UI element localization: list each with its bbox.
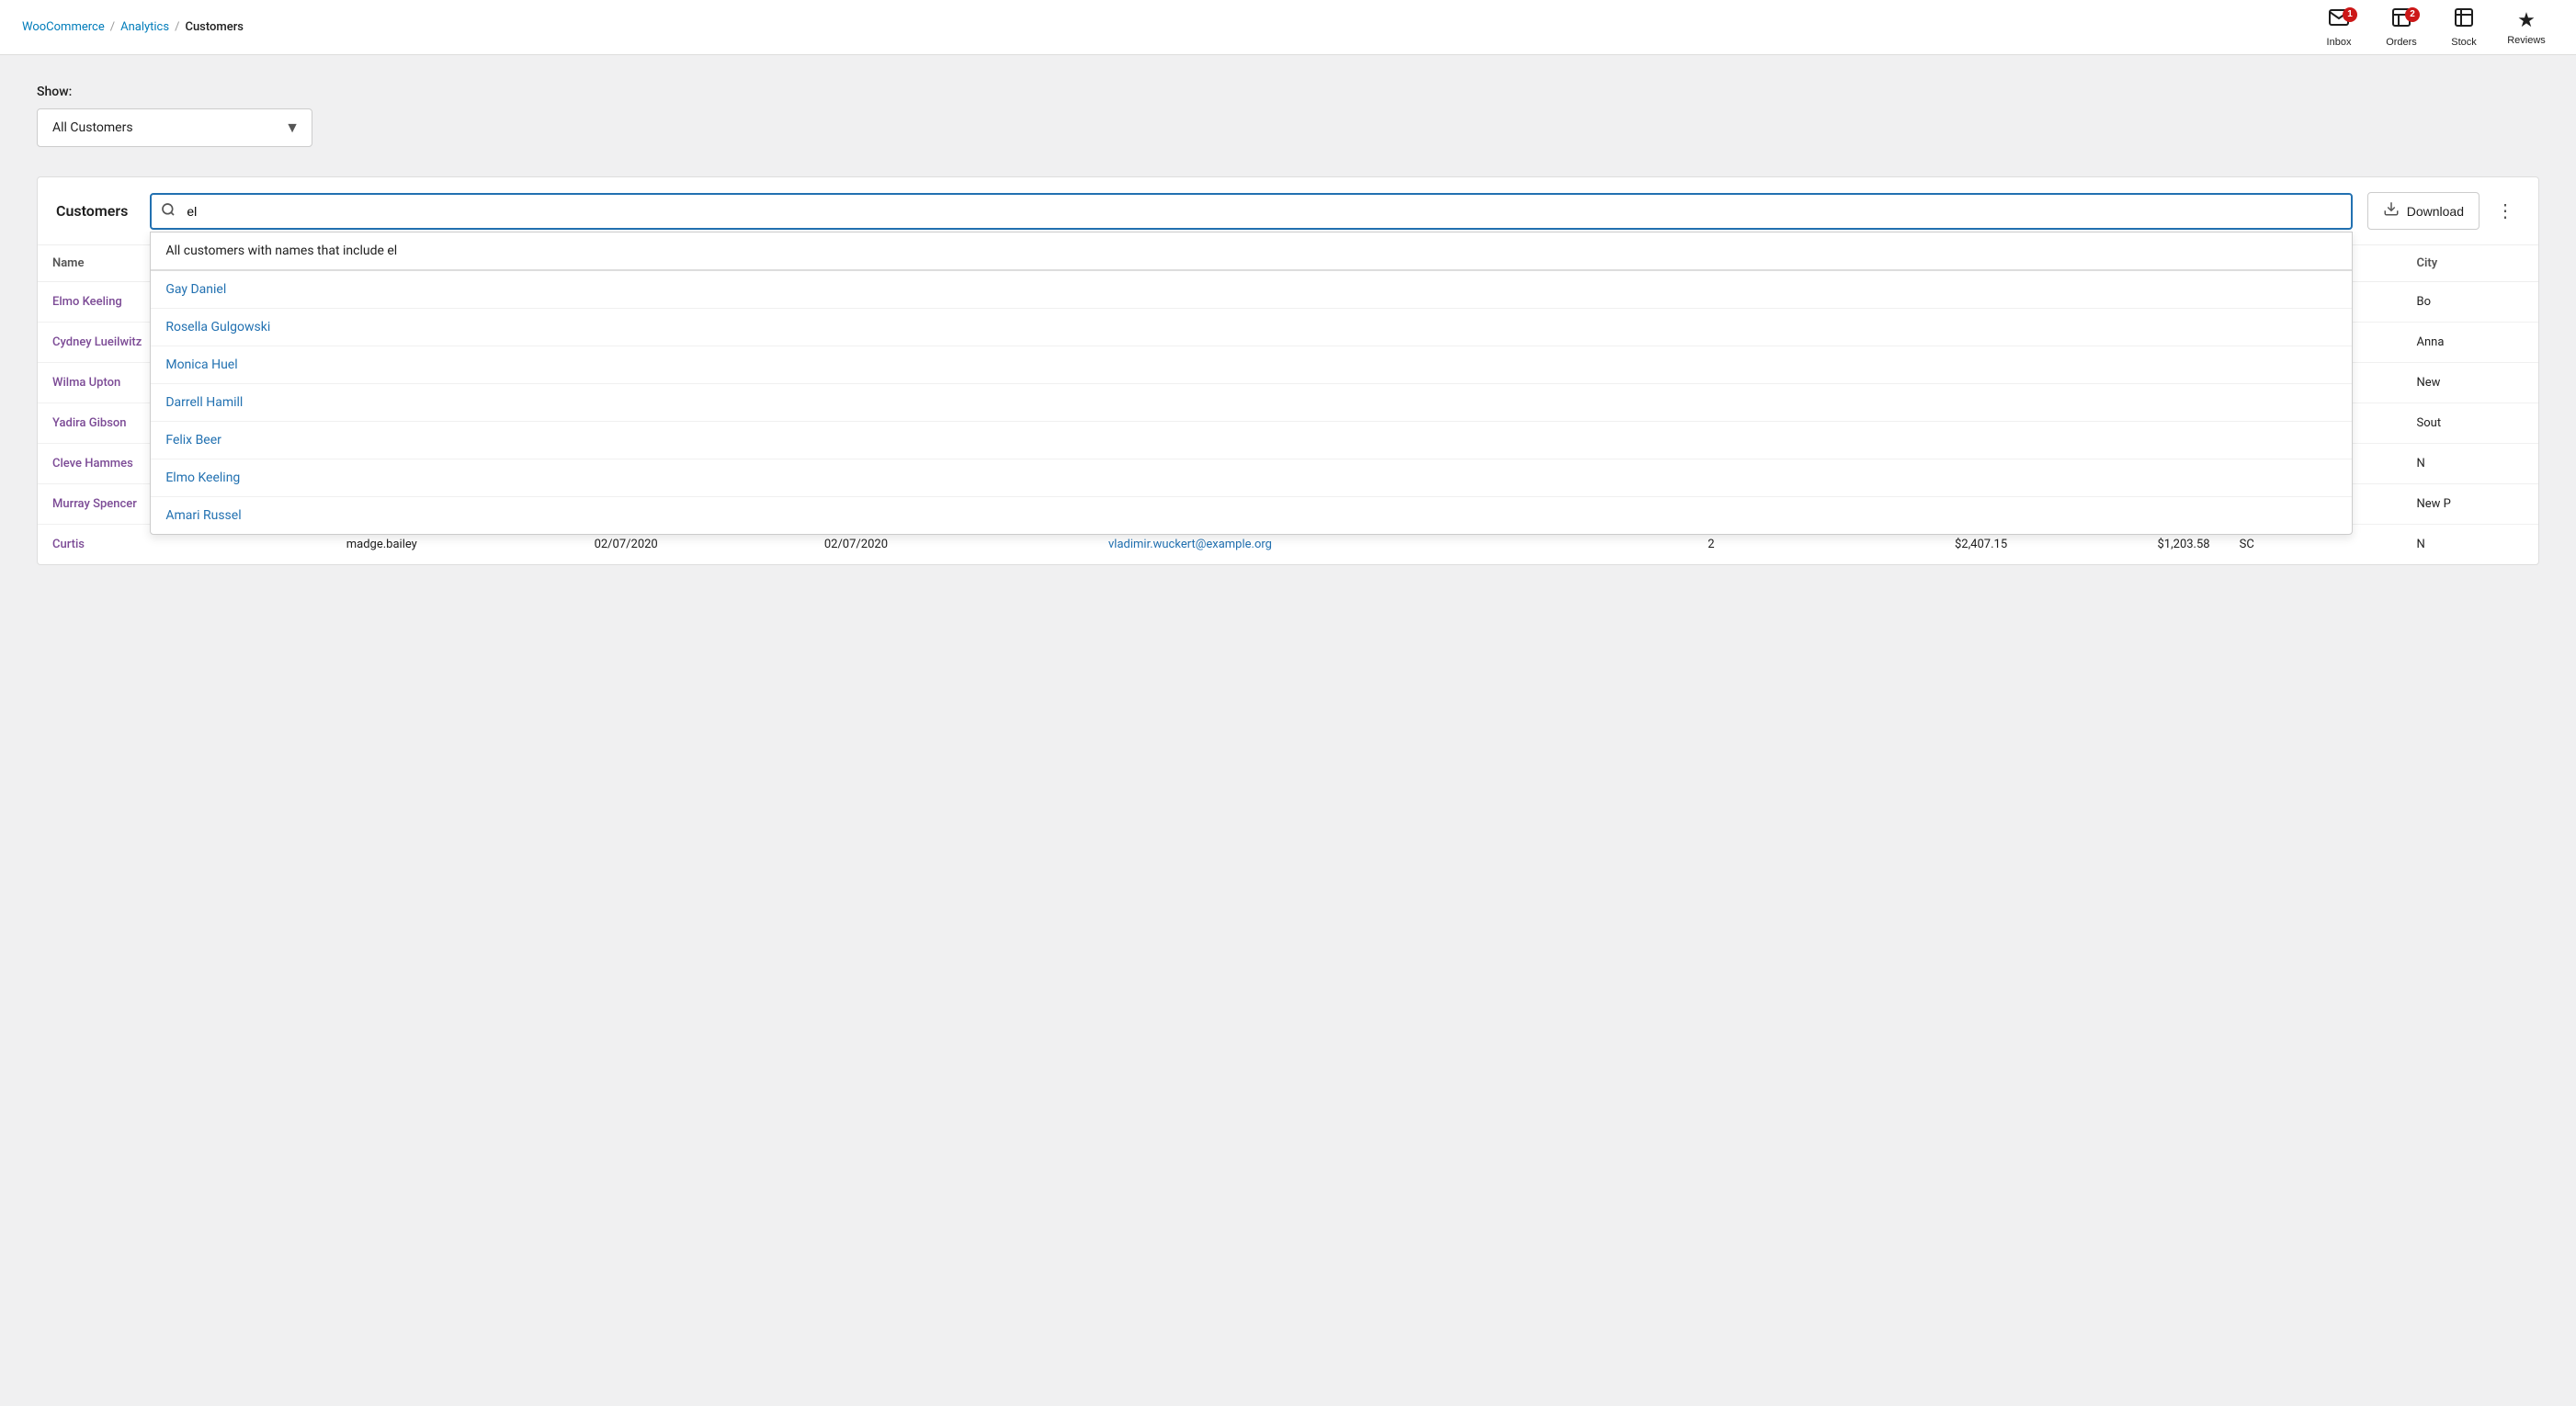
customer-name-link[interactable]: Curtis	[52, 538, 85, 551]
breadcrumb: WooCommerce / Analytics / Customers	[22, 20, 244, 34]
download-icon	[2383, 200, 2400, 221]
suggestion-all-text: All customers with names that include el	[165, 244, 397, 258]
breadcrumb-sep-1: /	[110, 20, 115, 34]
orders-button[interactable]: 2 Orders	[2374, 0, 2429, 55]
customer-name-link[interactable]: Murray Spencer	[52, 497, 137, 511]
cell-city: Bo	[2402, 282, 2538, 323]
reviews-label: Reviews	[2507, 35, 2546, 46]
search-input[interactable]	[150, 193, 2352, 230]
cell-city: N	[2402, 444, 2538, 484]
orders-badge: 2	[2405, 7, 2420, 22]
download-button[interactable]: Download	[2367, 192, 2480, 230]
inbox-label: Inbox	[2327, 37, 2352, 48]
cell-city: N	[2402, 525, 2538, 565]
header-icons: 1 Inbox 2 Orders Stock	[2311, 0, 2554, 55]
more-options-button[interactable]: ⋮	[2491, 197, 2520, 226]
suggestion-text: Elmo Keeling	[165, 471, 240, 485]
table-toolbar: Customers All customers with names that …	[38, 177, 2538, 245]
suggestion-text: Felix Beer	[165, 433, 221, 448]
email-link[interactable]: vladimir.wuckert@example.org	[1108, 538, 1272, 551]
suggestion-text: Monica Huel	[165, 357, 237, 372]
stock-label: Stock	[2451, 37, 2477, 48]
suggestion-text: Darrell Hamill	[165, 395, 243, 410]
customer-name-link[interactable]: Wilma Upton	[52, 376, 120, 390]
reviews-button[interactable]: ★ Reviews	[2499, 0, 2554, 55]
breadcrumb-sep-2: /	[175, 20, 179, 34]
breadcrumb-woocommerce[interactable]: WooCommerce	[22, 20, 105, 34]
cell-city: New P	[2402, 484, 2538, 525]
suggestion-rosella-gulgowski[interactable]: Rosella Gulgowski	[151, 309, 2351, 346]
customers-table-wrapper: Customers All customers with names that …	[37, 176, 2539, 565]
stock-button[interactable]: Stock	[2436, 0, 2491, 55]
suggestion-gay-daniel[interactable]: Gay Daniel	[151, 271, 2351, 309]
customer-name-link[interactable]: Yadira Gibson	[52, 416, 127, 430]
suggestion-amari-russel[interactable]: Amari Russel	[151, 497, 2351, 534]
inbox-button[interactable]: 1 Inbox	[2311, 0, 2366, 55]
breadcrumb-analytics[interactable]: Analytics	[120, 20, 169, 34]
inbox-badge: 1	[2343, 7, 2357, 22]
orders-label: Orders	[2386, 37, 2417, 48]
suggestion-darrell-hamill[interactable]: Darrell Hamill	[151, 384, 2351, 422]
suggestion-all-customers[interactable]: All customers with names that include el	[151, 232, 2351, 271]
suggestion-text: Rosella Gulgowski	[165, 320, 270, 334]
suggestion-text: Gay Daniel	[165, 282, 226, 297]
dropdown-select-display[interactable]: All Customers	[37, 108, 312, 147]
show-label: Show:	[37, 85, 2539, 99]
suggestion-monica-huel[interactable]: Monica Huel	[151, 346, 2351, 384]
more-icon: ⋮	[2496, 199, 2514, 222]
reviews-icon: ★	[2517, 8, 2536, 32]
cell-city: Sout	[2402, 403, 2538, 444]
stock-icon	[2453, 6, 2475, 34]
customer-type-dropdown[interactable]: All Customers ▼	[37, 108, 312, 147]
suggestions-dropdown: All customers with names that include el…	[150, 232, 2352, 535]
header: WooCommerce / Analytics / Customers 1 In…	[0, 0, 2576, 55]
customer-name-link[interactable]: Cydney Lueilwitz	[52, 335, 142, 349]
main-content: Show: All Customers ▼ Customers	[0, 55, 2576, 595]
customer-name-link[interactable]: Cleve Hammes	[52, 457, 133, 471]
suggestion-elmo-keeling[interactable]: Elmo Keeling	[151, 459, 2351, 497]
dropdown-selected-value: All Customers	[52, 120, 133, 135]
table-title: Customers	[56, 202, 128, 220]
download-label: Download	[2407, 204, 2464, 219]
cell-city: New	[2402, 363, 2538, 403]
cell-city: Anna	[2402, 323, 2538, 363]
suggestion-text: Amari Russel	[165, 508, 241, 523]
search-container: All customers with names that include el…	[150, 193, 2352, 230]
customer-name-link[interactable]: Elmo Keeling	[52, 295, 122, 309]
col-city: City	[2402, 245, 2538, 282]
suggestion-felix-beer[interactable]: Felix Beer	[151, 422, 2351, 459]
breadcrumb-current: Customers	[185, 20, 244, 34]
toolbar-right: Download ⋮	[2367, 192, 2520, 230]
